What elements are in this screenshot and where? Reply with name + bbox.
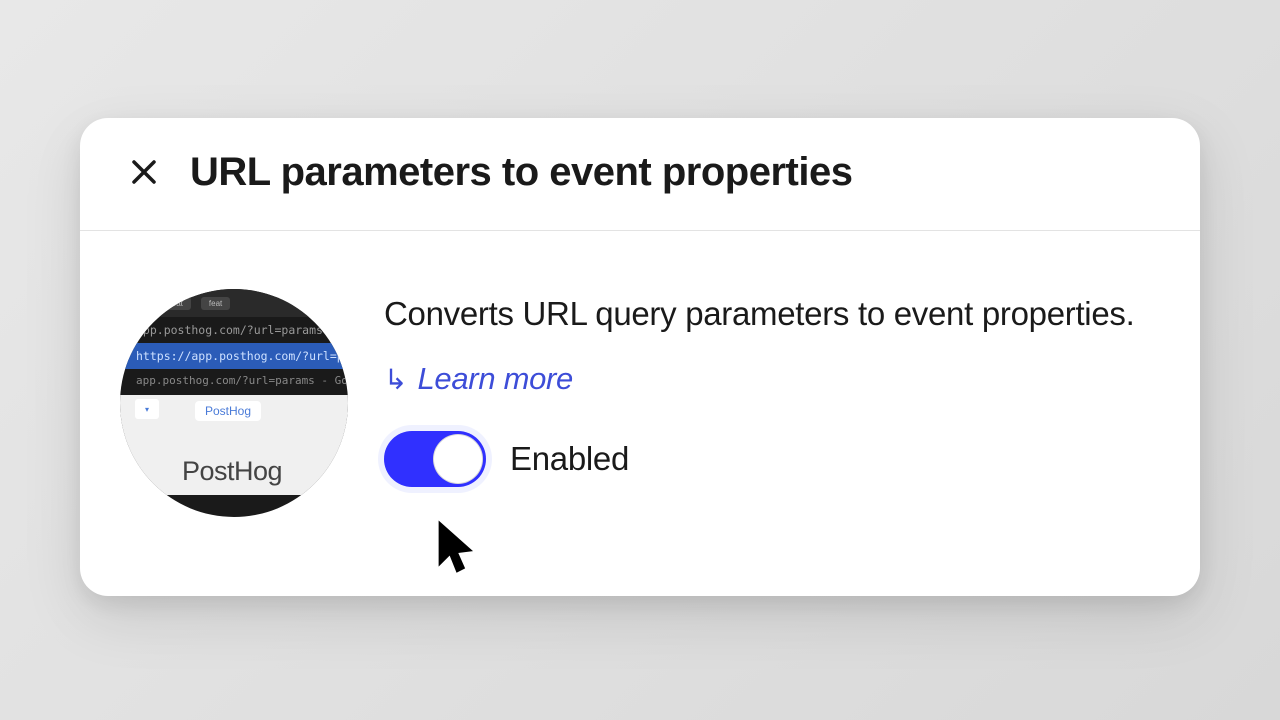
modal-title: URL parameters to event properties	[190, 150, 852, 195]
app-icon-wrapper: ◦ feat feat app.posthog.com/?url=params …	[120, 289, 348, 517]
close-button[interactable]	[120, 148, 168, 196]
browser-tab-pill: feat	[201, 297, 230, 310]
close-icon	[129, 157, 159, 187]
toggle-label: Enabled	[510, 440, 629, 478]
enable-toggle[interactable]	[384, 431, 486, 487]
url-suggestion-highlighted: https://app.posthog.com/?url=params	[120, 343, 348, 369]
posthog-logo-text: PostHog	[182, 456, 282, 487]
browser-mockup: ◦ feat feat app.posthog.com/?url=params …	[120, 289, 348, 517]
toggle-knob	[433, 434, 483, 484]
app-description: Converts URL query parameters to event p…	[384, 289, 1160, 339]
url-suggestion: app.posthog.com/?url=params	[120, 317, 348, 343]
learn-more-row: ↳ Learn more	[384, 361, 1160, 397]
url-suggestion: app.posthog.com/?url=params - Go	[120, 369, 348, 395]
learn-more-link[interactable]: Learn more	[417, 361, 573, 397]
content-column: Converts URL query parameters to event p…	[384, 289, 1160, 517]
app-icon: ◦ feat feat app.posthog.com/?url=params …	[120, 289, 348, 517]
arrow-right-down-icon: ↳	[384, 363, 407, 396]
modal-body: ◦ feat feat app.posthog.com/?url=params …	[80, 231, 1200, 557]
posthog-tab-label: PostHog	[195, 401, 261, 421]
dropdown-chip: ▾	[135, 399, 159, 419]
enable-toggle-row: Enabled	[384, 431, 1160, 487]
browser-content-area: ▾ PostHog PostHog	[120, 395, 348, 495]
browser-tab-pill: feat	[162, 297, 191, 310]
browser-tabs-bar: ◦ feat feat	[120, 289, 348, 317]
settings-modal: URL parameters to event properties ◦ fea…	[80, 118, 1200, 596]
modal-header: URL parameters to event properties	[80, 118, 1200, 231]
